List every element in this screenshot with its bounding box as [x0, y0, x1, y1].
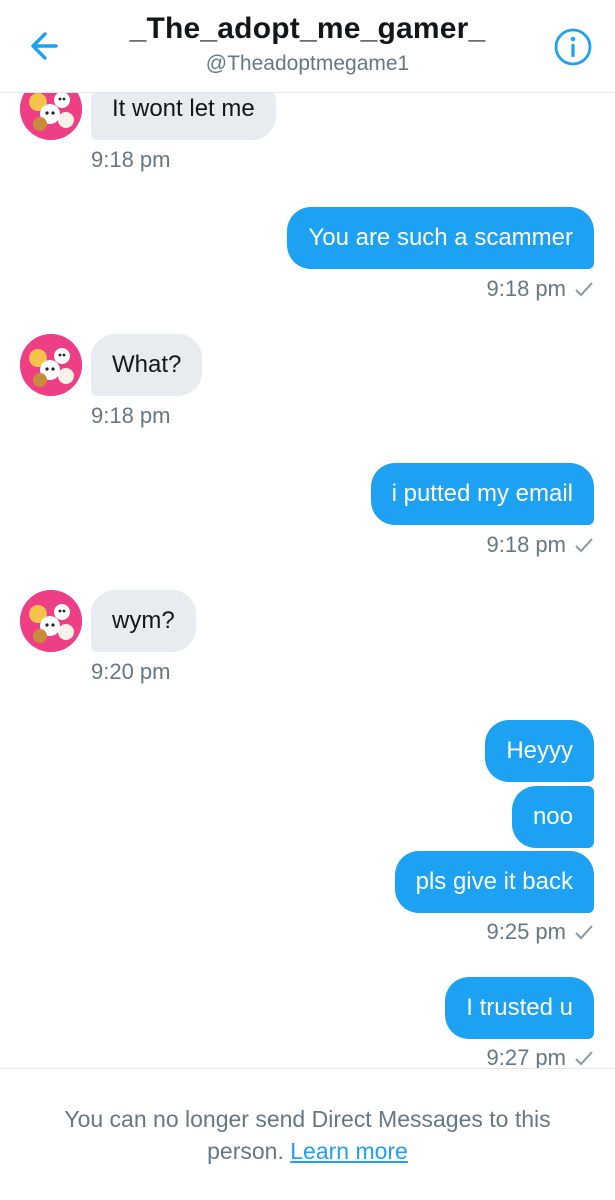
message-bubble-sent[interactable]: You are such a scammer — [287, 207, 594, 269]
message-bubble-sent[interactable]: noo — [511, 786, 594, 848]
info-icon — [554, 28, 592, 66]
message-timestamp: 9:27 pm — [486, 1045, 567, 1068]
checkmark-icon — [575, 538, 593, 553]
message-timestamp: 9:18 pm — [486, 276, 567, 301]
message-timestamp: 9:20 pm — [91, 659, 171, 684]
avatar[interactable] — [20, 93, 82, 140]
message-timestamp: 9:18 pm — [91, 147, 171, 172]
message-timestamp: 9:18 pm — [91, 403, 171, 428]
checkmark-icon — [575, 282, 593, 297]
avatar-image — [20, 590, 82, 652]
message-bubble-sent[interactable]: i putted my email — [370, 463, 594, 525]
conversation-title: _The_adopt_me_gamer_ — [129, 12, 486, 45]
avatar[interactable] — [20, 590, 82, 652]
dm-disabled-notice: You can no longer send Direct Messages t… — [0, 1068, 615, 1200]
info-button[interactable] — [552, 26, 594, 68]
message-bubble-sent[interactable]: pls give it back — [394, 851, 594, 913]
conversation-header: _The_adopt_me_gamer_ @Theadoptmegame1 — [0, 0, 615, 93]
message-meta: 9:18 pm — [487, 532, 595, 558]
avatar[interactable] — [20, 334, 82, 396]
message-bubble-received[interactable]: wym? — [91, 590, 196, 652]
message-meta: 9:27 pm — [487, 1045, 595, 1068]
message-timestamp: 9:25 pm — [486, 919, 567, 944]
checkmark-icon — [575, 1051, 593, 1066]
message-timestamp: 9:18 pm — [486, 532, 567, 557]
message-list[interactable]: It wont let me 9:18 pm You are such a sc… — [0, 93, 615, 1068]
message-bubble-received[interactable]: It wont let me — [91, 93, 276, 140]
conversation-handle: @Theadoptmegame1 — [205, 52, 410, 75]
message-bubble-received[interactable]: What? — [91, 334, 203, 396]
message-bubble-sent[interactable]: Heyyy — [485, 720, 594, 782]
learn-more-link[interactable]: Learn more — [290, 1138, 408, 1164]
avatar-image — [20, 93, 82, 140]
message-bubble-sent[interactable]: I trusted u — [445, 977, 594, 1039]
checkmark-icon — [575, 925, 593, 940]
message-meta: 9:25 pm — [487, 919, 595, 945]
message-meta: 9:18 pm — [487, 276, 595, 302]
avatar-image — [20, 334, 82, 396]
